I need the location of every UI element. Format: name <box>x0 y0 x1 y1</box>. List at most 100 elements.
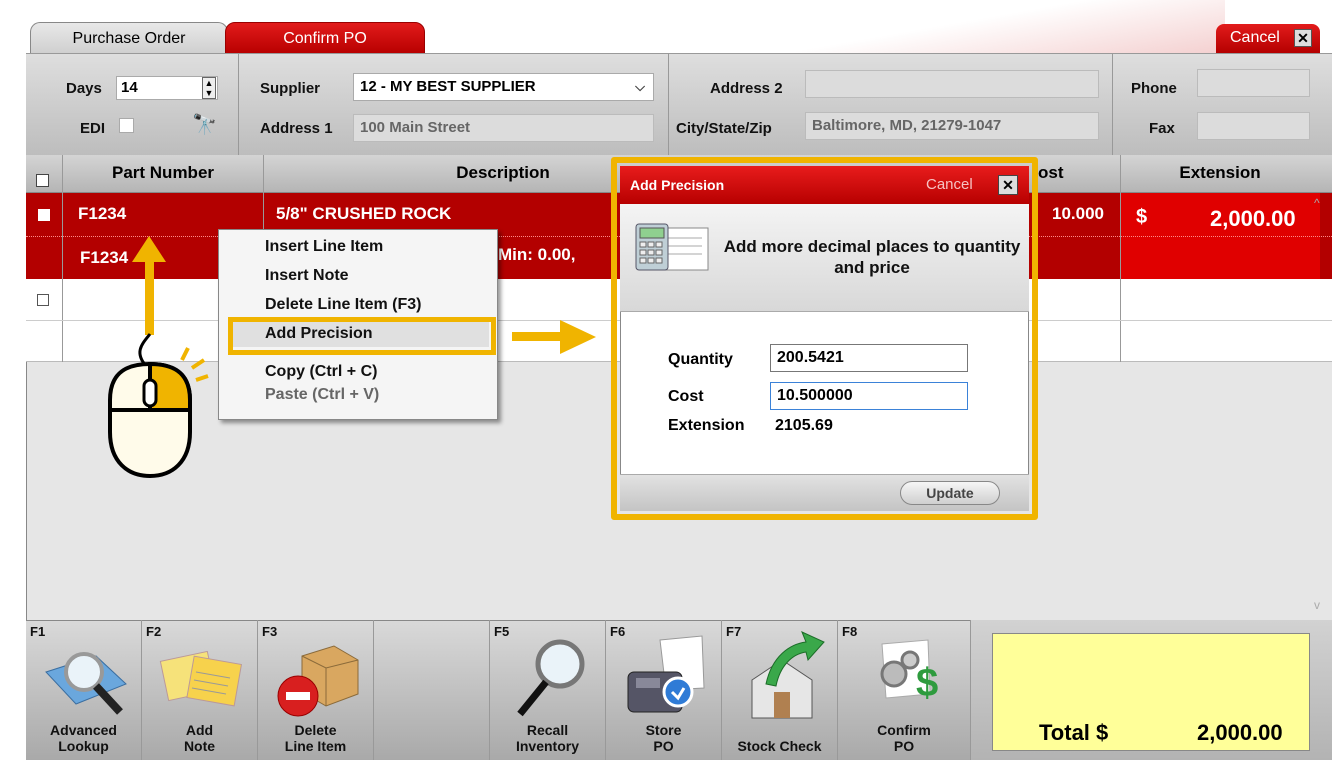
part-number-secondary: F1234 <box>80 248 129 267</box>
select-all-checkbox[interactable] <box>36 174 49 187</box>
button-label: Delete Line Item <box>284 722 347 754</box>
menu-item-paste[interactable]: Paste (Ctrl + V) <box>265 386 379 404</box>
sticky-notes-icon <box>159 650 243 707</box>
city-state-zip-field[interactable]: Baltimore, MD, 21279-1047 <box>805 112 1099 140</box>
cost-input[interactable]: 10.500000 <box>770 382 968 410</box>
tab-strip-background <box>425 0 1225 53</box>
button-label: Recall Inventory <box>515 722 579 754</box>
column-divider <box>62 155 63 362</box>
menu-item-insert-note[interactable]: Insert Note <box>265 267 349 285</box>
fkey-label: F1 <box>30 624 46 639</box>
store-po-button[interactable]: F6 Store PO <box>606 620 722 760</box>
close-icon[interactable]: ✕ <box>1294 29 1312 47</box>
tab-purchase-order[interactable]: Purchase Order <box>30 22 228 54</box>
add-precision-highlight <box>228 317 496 355</box>
tab-confirm-po[interactable]: Confirm PO <box>225 22 425 54</box>
total-label: Total $ <box>1039 720 1109 745</box>
window-bottom-edge <box>26 760 1332 773</box>
divider <box>238 53 239 155</box>
divider <box>1112 53 1113 155</box>
gears-dollar-icon: $ <box>880 639 938 705</box>
supplier-select[interactable]: 12 - MY BEST SUPPLIER ⌵ <box>353 73 654 101</box>
extension-currency: $ <box>1136 206 1148 228</box>
button-label: Advanced Lookup <box>50 722 117 754</box>
magnifier-icon <box>517 639 585 717</box>
calculator-icon <box>635 223 709 271</box>
binoculars-icon[interactable]: 🔭 <box>192 112 217 137</box>
phone-field[interactable] <box>1197 69 1310 97</box>
edi-label: EDI <box>80 120 106 137</box>
stock-check-button[interactable]: F7 Stock Check <box>722 620 838 760</box>
part-number: F1234 <box>78 204 127 223</box>
button-label: Confirm PO <box>877 722 931 754</box>
column-header-cost[interactable]: ost <box>1038 155 1118 193</box>
days-label: Days <box>66 80 102 97</box>
recall-inventory-button[interactable]: F5 Recall Inventory <box>490 620 606 760</box>
days-spinner-icon[interactable]: ▲ ▼ <box>202 77 216 99</box>
phone-label: Phone <box>1131 80 1177 97</box>
svg-text:$: $ <box>916 661 938 705</box>
menu-item-delete-line-item[interactable]: Delete Line Item (F3) <box>265 296 421 314</box>
button-label: Store PO <box>645 722 682 754</box>
city-state-zip-label: City/State/Zip <box>676 120 772 137</box>
tab-purchase-order-label: Purchase Order <box>72 30 186 47</box>
column-header-extension[interactable]: Extension <box>1120 155 1320 193</box>
magnifier-folder-icon <box>45 652 127 715</box>
address1-field[interactable]: 100 Main Street <box>353 114 654 142</box>
address2-label: Address 2 <box>710 80 783 97</box>
button-label: Add Note <box>183 722 216 754</box>
confirm-po-button[interactable]: F8 $ Confirm PO <box>838 620 971 760</box>
right-arrow-shaft <box>512 332 564 341</box>
advanced-lookup-button[interactable]: F1 Advanced Lookup <box>26 620 142 760</box>
scroll-up-icon[interactable]: ^ <box>1314 196 1320 210</box>
delete-line-item-button[interactable]: F3 Delete Line Item <box>258 620 374 760</box>
quantity-label: Quantity <box>668 351 733 368</box>
total-box: Total $ 2,000.00 <box>992 633 1310 751</box>
cost-value: 10.000 <box>1052 204 1104 223</box>
dialog-heading: Add more decimal places to quantity and … <box>723 237 1021 277</box>
button-label: Stock Check <box>737 738 822 754</box>
mouse-click-icon <box>108 333 209 479</box>
box-delete-icon <box>277 645 359 717</box>
update-button[interactable]: Update <box>900 481 1000 505</box>
store-fax-icon <box>627 635 705 713</box>
fax-label: Fax <box>1149 120 1175 137</box>
tab-confirm-po-label: Confirm PO <box>283 30 367 47</box>
edi-checkbox[interactable] <box>119 118 134 133</box>
fkey-label: F8 <box>842 624 858 639</box>
extension-result: 2105.69 <box>775 417 833 434</box>
right-arrow-icon <box>560 320 596 354</box>
close-icon[interactable]: ✕ <box>998 175 1018 195</box>
extension-value: 2,000.00 <box>1210 206 1296 231</box>
divider <box>668 53 669 155</box>
supplier-label: Supplier <box>260 80 321 97</box>
po-header-panel <box>26 53 1332 155</box>
menu-item-insert-line-item[interactable]: Insert Line Item <box>265 238 383 256</box>
description: 5/8" CRUSHED ROCK <box>276 204 452 223</box>
dialog-cancel-button[interactable]: Cancel <box>926 176 973 193</box>
supplier-value: 12 - MY BEST SUPPLIER <box>360 78 536 95</box>
address1-label: Address 1 <box>260 120 333 137</box>
extension-label: Extension <box>668 417 745 434</box>
empty-toolbar-slot <box>374 620 490 760</box>
dialog-title-bar: Add Precision Cancel ✕ <box>620 166 1029 204</box>
cancel-button-label: Cancel <box>1230 29 1280 46</box>
chevron-down-icon: ⌵ <box>635 79 645 94</box>
total-value: 2,000.00 <box>1197 720 1283 745</box>
quantity-input[interactable]: 200.5421 <box>770 344 968 372</box>
up-arrow-icon <box>132 236 166 262</box>
house-arrow-icon <box>751 631 825 719</box>
up-arrow-shaft <box>145 258 154 335</box>
menu-item-copy[interactable]: Copy (Ctrl + C) <box>265 363 377 381</box>
fax-field[interactable] <box>1197 112 1310 140</box>
add-note-button[interactable]: F2 Add Note <box>142 620 258 760</box>
cost-label: Cost <box>668 388 704 405</box>
row-checkbox[interactable] <box>37 294 49 306</box>
dialog-title: Add Precision <box>630 177 725 193</box>
column-header-part-number[interactable]: Part Number <box>63 155 263 193</box>
cancel-button[interactable]: Cancel ✕ <box>1216 24 1320 53</box>
scroll-down-icon[interactable]: v <box>1314 598 1320 612</box>
row-checkbox[interactable] <box>38 209 50 221</box>
description-secondary: Min: 0.00, <box>498 245 576 264</box>
address2-field[interactable] <box>805 70 1099 98</box>
